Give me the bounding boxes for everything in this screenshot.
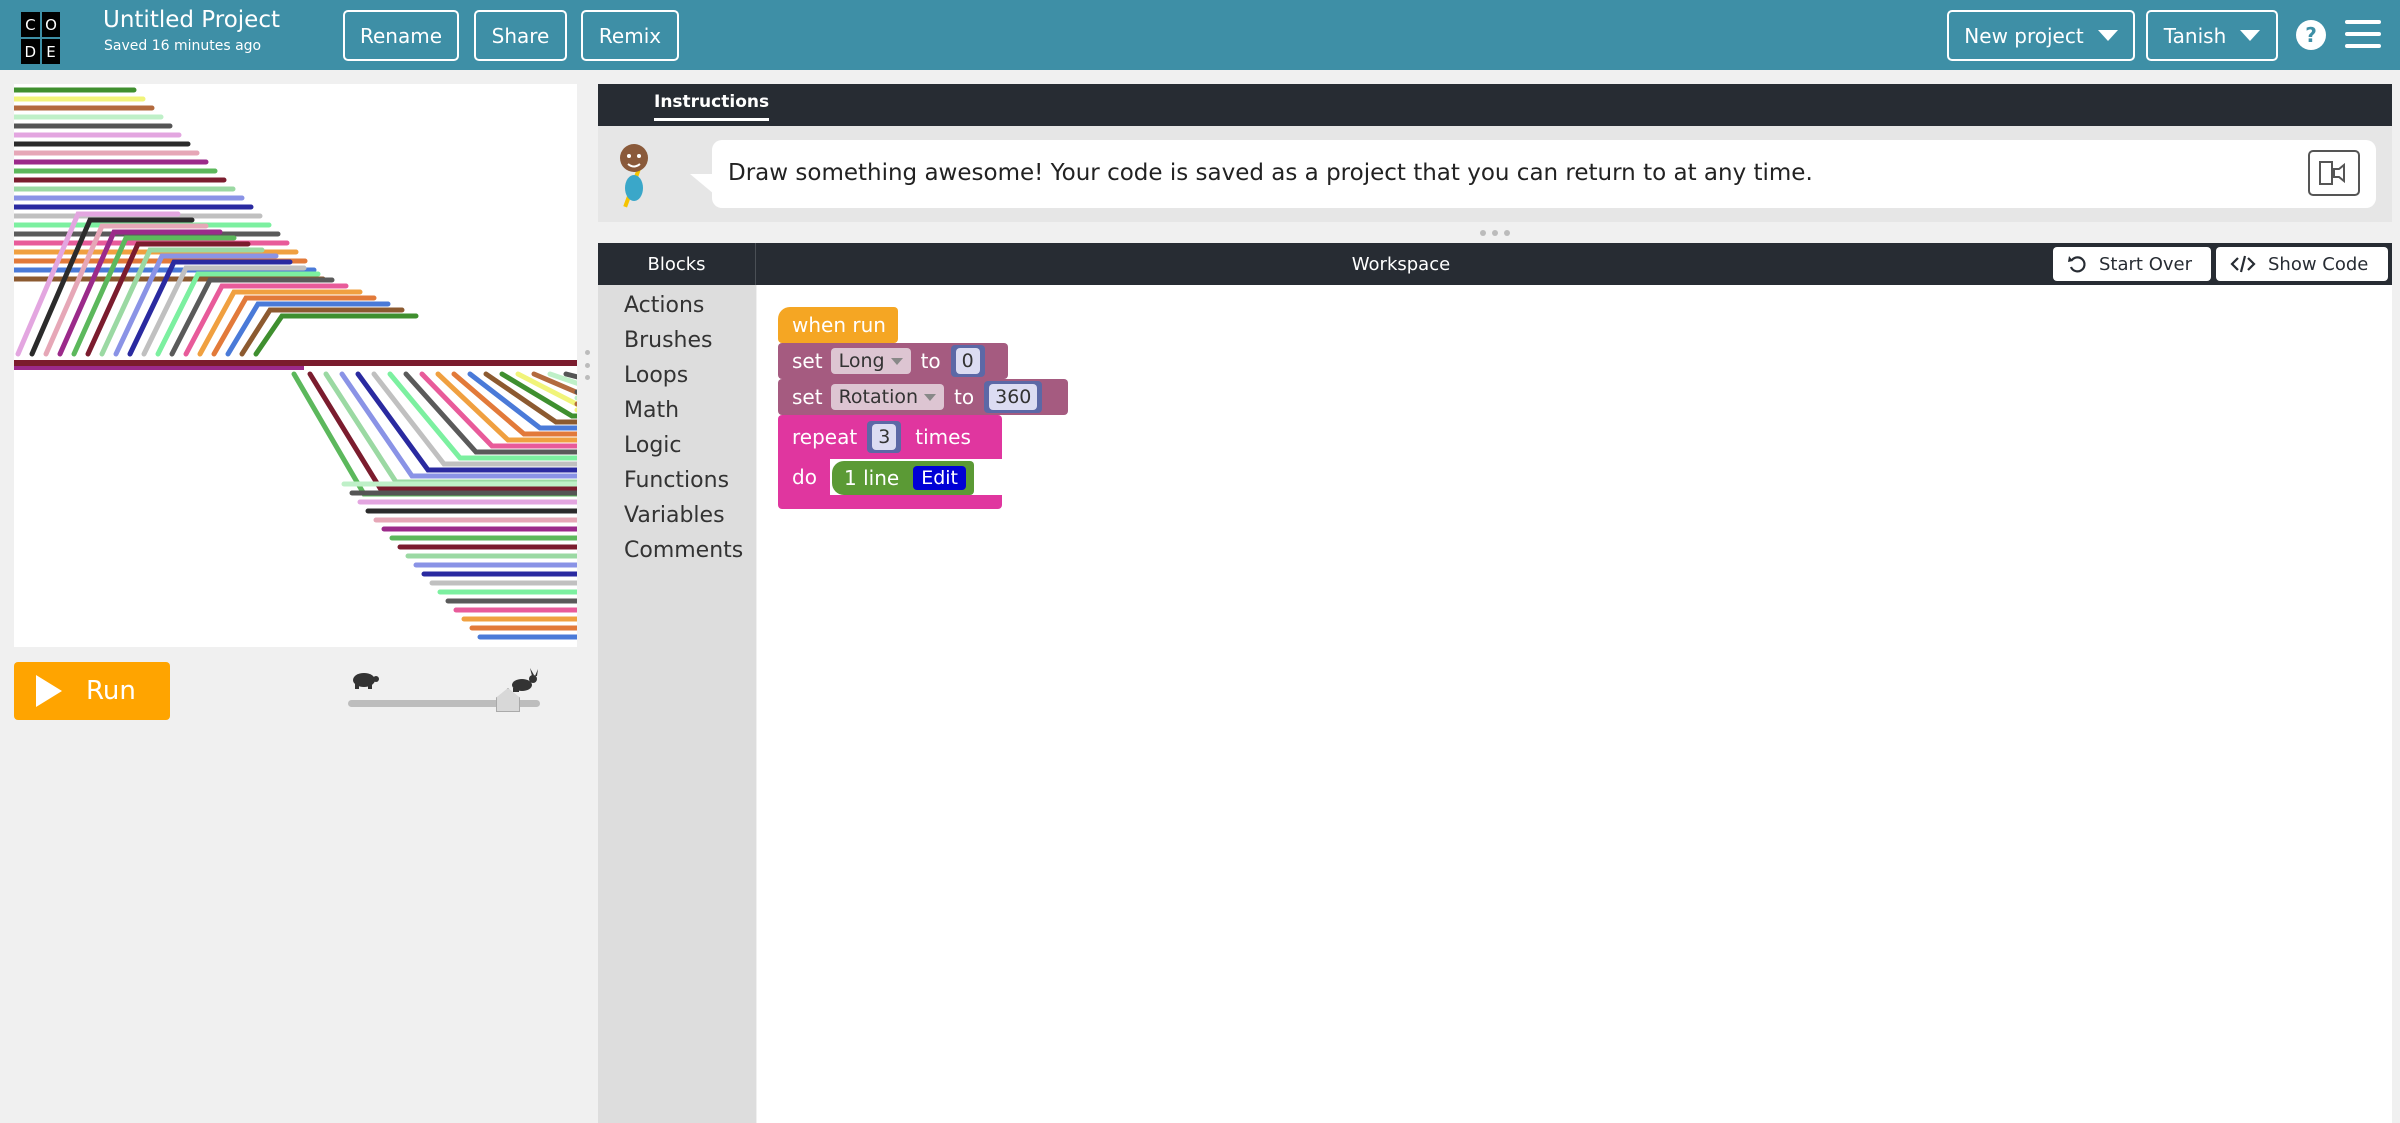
- drawn-line: [339, 371, 577, 479]
- rabbit-icon: [512, 668, 538, 692]
- blocks-title: Blocks: [598, 243, 756, 285]
- number-block[interactable]: 0: [950, 345, 985, 377]
- character-avatar: [620, 144, 648, 208]
- variable-dropdown[interactable]: Rotation: [830, 384, 945, 410]
- workspace-header: Blocks Workspace Start Over Show Code: [598, 243, 2392, 285]
- edit-function-button[interactable]: Edit: [913, 466, 966, 490]
- blocks-workspace[interactable]: when run set Long to 0 set Rotation to 3…: [757, 285, 2392, 1123]
- toolbox-category-loops[interactable]: Loops: [624, 363, 688, 388]
- repeat-count[interactable]: 3: [872, 424, 897, 450]
- variable-dropdown[interactable]: Long: [830, 348, 911, 374]
- show-code-label: Show Code: [2268, 253, 2369, 275]
- number-block[interactable]: 3: [867, 421, 902, 453]
- share-button[interactable]: Share: [474, 10, 567, 61]
- saved-status: Saved 16 minutes ago: [104, 38, 262, 54]
- variable-name: Long: [838, 350, 885, 372]
- instructions-header: Instructions: [598, 84, 2392, 126]
- turtle-icon: [353, 673, 379, 689]
- number-value[interactable]: 0: [955, 348, 980, 374]
- user-menu-dropdown[interactable]: Tanish: [2146, 10, 2278, 61]
- drawn-line: [14, 366, 304, 370]
- drawing-output: [14, 87, 577, 640]
- set-keyword: set: [792, 385, 823, 409]
- logo-spacer: [62, 39, 81, 64]
- times-keyword: times: [915, 425, 971, 449]
- when-run-label: when run: [792, 313, 886, 337]
- play-icon: [36, 675, 62, 707]
- to-keyword: to: [920, 349, 941, 373]
- number-value[interactable]: 360: [989, 384, 1038, 410]
- logo-letter: C: [21, 12, 40, 37]
- chevron-down-icon: [2097, 30, 2118, 41]
- function-name: 1 line: [844, 466, 900, 490]
- logo-letter: E: [41, 39, 61, 64]
- speed-slider[interactable]: [348, 668, 540, 712]
- help-icon[interactable]: ?: [2296, 20, 2326, 50]
- run-label: Run: [86, 676, 136, 706]
- speaker-book-icon[interactable]: [2308, 150, 2360, 196]
- variable-name: Rotation: [838, 386, 919, 408]
- workspace-title: Workspace: [1351, 253, 1451, 275]
- set-keyword: set: [792, 349, 823, 373]
- drawing-canvas: [14, 84, 577, 647]
- logo-letter: O: [41, 12, 61, 37]
- hamburger-icon[interactable]: [2345, 20, 2381, 48]
- start-over-label: Start Over: [2099, 253, 2192, 275]
- top-header: C O D E Untitled Project Saved 16 minute…: [0, 0, 2400, 70]
- toolbox-category-math[interactable]: Math: [624, 398, 679, 423]
- show-code-button[interactable]: Show Code: [2216, 247, 2388, 281]
- tab-instructions[interactable]: Instructions: [654, 92, 770, 121]
- code-logo[interactable]: C O D E: [21, 12, 81, 64]
- toolbox-category-functions[interactable]: Functions: [624, 468, 729, 493]
- logo-spacer: [62, 12, 81, 37]
- start-over-button[interactable]: Start Over: [2053, 247, 2211, 281]
- when-run-block[interactable]: when run: [778, 307, 898, 343]
- toolbox-category-actions[interactable]: Actions: [624, 293, 704, 318]
- number-block[interactable]: 360: [984, 381, 1043, 413]
- do-keyword: do: [792, 465, 817, 489]
- instructions-bubble: Draw something awesome! Your code is sav…: [690, 140, 2376, 208]
- drawn-line: [253, 313, 419, 357]
- set-variable-block[interactable]: set Rotation to 360: [778, 379, 1068, 415]
- project-title: Untitled Project: [103, 7, 280, 33]
- chevron-down-icon: [890, 357, 903, 365]
- toolbox-category-variables[interactable]: Variables: [624, 503, 725, 528]
- to-keyword: to: [954, 385, 975, 409]
- rename-button[interactable]: Rename: [343, 10, 459, 61]
- chevron-down-icon: [924, 393, 937, 401]
- chevron-down-icon: [2240, 30, 2261, 41]
- new-project-label: New project: [1964, 23, 2084, 48]
- repeat-block[interactable]: repeat 3 times do 1 line Edit: [778, 415, 1002, 509]
- logo-letter: D: [21, 39, 40, 64]
- repeat-keyword: repeat: [792, 425, 858, 449]
- toolbox-category-brushes[interactable]: Brushes: [624, 328, 712, 353]
- new-project-dropdown[interactable]: New project: [1947, 10, 2135, 61]
- set-variable-block[interactable]: set Long to 0: [778, 343, 1008, 379]
- instructions-resize-handle[interactable]: [1480, 230, 1510, 238]
- instructions-panel: Draw something awesome! Your code is sav…: [598, 126, 2392, 222]
- user-name-label: Tanish: [2163, 23, 2227, 48]
- toolbox-category-comments[interactable]: Comments: [624, 538, 743, 563]
- run-button[interactable]: Run: [14, 662, 170, 720]
- undo-icon: [2068, 256, 2086, 273]
- drawn-line: [14, 360, 577, 366]
- blocks-toolbox: Actions Brushes Loops Math Logic Functio…: [598, 285, 756, 1123]
- panel-resize-handle[interactable]: [582, 350, 592, 380]
- function-call-block[interactable]: 1 line Edit: [832, 461, 974, 495]
- instructions-text: Draw something awesome! Your code is sav…: [728, 160, 1813, 186]
- code-icon: [2230, 255, 2256, 273]
- toolbox-category-logic[interactable]: Logic: [624, 433, 682, 458]
- remix-button[interactable]: Remix: [581, 10, 679, 61]
